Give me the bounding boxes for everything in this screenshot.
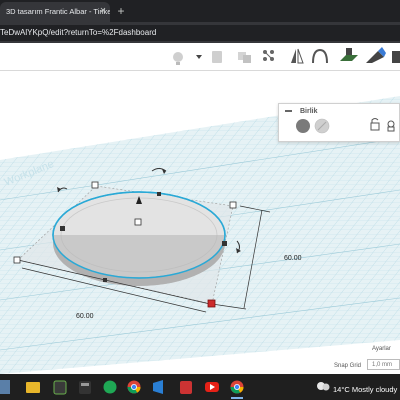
align-icon[interactable] [263, 50, 274, 61]
edge-handle-2[interactable] [222, 241, 227, 246]
cruise-icon[interactable] [312, 48, 328, 64]
snap-grid-label: Snap Grid [334, 363, 362, 369]
group-icon[interactable] [238, 52, 251, 63]
vscode-icon[interactable] [153, 380, 163, 394]
visibility-icon[interactable] [387, 120, 395, 132]
notes-icon[interactable] [212, 51, 222, 63]
length-dimension-label[interactable]: 60.00 [76, 313, 94, 320]
edge-handle-3[interactable] [157, 192, 161, 196]
resize-handle-top-right[interactable] [229, 201, 237, 209]
more-tools-icon[interactable] [392, 51, 400, 63]
access-app-icon[interactable] [180, 381, 192, 394]
shape-inspector: Birlik [278, 103, 400, 142]
toolbar-icons [173, 47, 400, 65]
new-tab-button[interactable]: + [114, 2, 128, 20]
lightbulb-icon[interactable] [173, 52, 183, 65]
weather-cloud-icon [317, 382, 330, 391]
resize-handle-left[interactable] [13, 256, 21, 264]
settings-link[interactable]: Ayarlar [372, 346, 391, 352]
calculator-icon[interactable] [79, 381, 91, 394]
collapse-icon[interactable] [285, 110, 292, 112]
resize-handle-corner[interactable] [207, 299, 216, 308]
edge-handle-4[interactable] [103, 278, 107, 282]
inspector-icons [285, 110, 395, 134]
file-explorer-icon[interactable] [26, 382, 40, 393]
address-bar[interactable]: TeDwAlYKpQ/edit?returnTo=%2Fdashboard [0, 25, 400, 41]
weather-text[interactable]: 14°C Mostly cloudy [333, 385, 397, 394]
whatsapp-icon[interactable] [103, 380, 117, 394]
width-dimension-label[interactable]: 60.00 [284, 255, 302, 262]
store-icon[interactable] [53, 380, 67, 395]
resize-handle-top-left[interactable] [91, 181, 99, 189]
chrome-icon[interactable] [127, 380, 141, 394]
tab-title: 3D tasarım Frantic Albar - Tinke [6, 7, 110, 16]
mirror-icon[interactable] [291, 48, 304, 64]
center-handle[interactable] [134, 218, 142, 226]
solid-color-swatch[interactable] [296, 119, 310, 133]
dropdown-icon[interactable] [196, 55, 202, 59]
chrome-active-icon[interactable] [230, 380, 244, 394]
browser-tab[interactable]: 3D tasarım Frantic Albar - Tinke [0, 2, 110, 22]
taskbar-icons [0, 380, 330, 399]
browser-tab-strip: 3D tasarım Frantic Albar - Tinke ✕ + [0, 0, 400, 22]
tab-close-icon[interactable]: ✕ [97, 2, 109, 20]
cylinder-shape[interactable] [52, 191, 226, 286]
edge-handle[interactable] [60, 226, 65, 231]
snap-grid-select[interactable]: 1,0 mm [367, 359, 400, 370]
address-bar-row: TeDwAlYKpQ/edit?returnTo=%2Fdashboard [0, 22, 400, 43]
lock-icon[interactable] [370, 118, 380, 131]
ruler-icon[interactable] [366, 47, 386, 63]
workplane-icon[interactable] [340, 48, 358, 61]
taskbar-app-partial-icon[interactable] [0, 380, 10, 394]
